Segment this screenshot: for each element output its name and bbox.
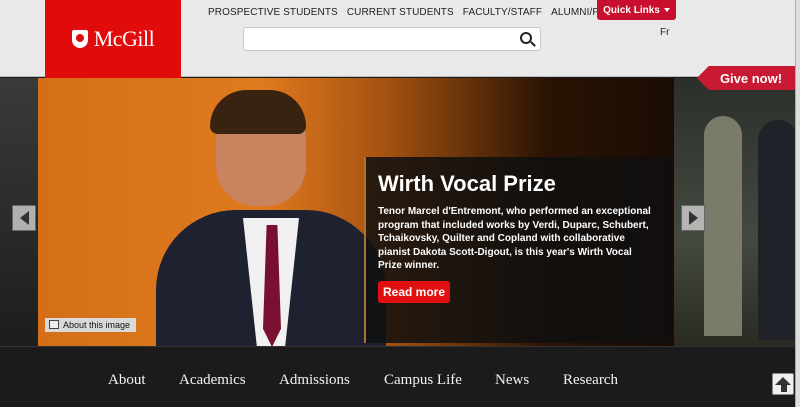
- search-box: [243, 27, 541, 51]
- next-slide-button[interactable]: [681, 205, 705, 231]
- search-input[interactable]: [244, 28, 504, 50]
- previous-slide-button[interactable]: [12, 205, 36, 231]
- next-slide-people: [704, 116, 798, 346]
- search-icon[interactable]: [520, 32, 532, 44]
- crest-icon: [71, 30, 88, 48]
- arrow-up-stem: [781, 385, 787, 392]
- hero-caption: Wirth Vocal Prize Tenor Marcel d'Entremo…: [364, 157, 672, 343]
- nav-academics[interactable]: Academics: [179, 372, 246, 389]
- image-icon: [49, 320, 59, 329]
- hero-description: Tenor Marcel d'Entremont, who performed …: [378, 206, 651, 272]
- arrow-right-icon: [688, 211, 698, 225]
- back-to-top-button[interactable]: [772, 373, 794, 395]
- site-header: McGill PROSPECTIVE STUDENTS CURRENT STUD…: [0, 0, 800, 78]
- hero-title: Wirth Vocal Prize: [378, 171, 556, 196]
- about-this-image-label: About this image: [63, 320, 131, 330]
- hero-carousel: Wirth Vocal Prize Tenor Marcel d'Entremo…: [0, 78, 800, 346]
- scrollbar[interactable]: [795, 0, 800, 407]
- read-more-button[interactable]: Read more: [378, 280, 451, 303]
- nav-campus-life[interactable]: Campus Life: [384, 372, 462, 389]
- chevron-down-icon: [663, 8, 670, 12]
- nav-admissions[interactable]: Admissions: [279, 372, 350, 389]
- nav-news[interactable]: News: [495, 372, 529, 389]
- nav-current-students[interactable]: CURRENT STUDENTS: [347, 7, 454, 18]
- next-slide-person-1: [704, 116, 742, 336]
- audience-nav: PROSPECTIVE STUDENTS CURRENT STUDENTS FA…: [208, 7, 649, 18]
- nav-prospective-students[interactable]: PROSPECTIVE STUDENTS: [208, 7, 338, 18]
- logo-text: McGill: [93, 26, 155, 51]
- singer-hair: [210, 90, 306, 134]
- next-slide-person-2: [758, 120, 798, 340]
- arrow-left-icon: [19, 211, 29, 225]
- language-toggle[interactable]: Fr: [660, 27, 669, 38]
- quick-links-button[interactable]: Quick Links: [597, 0, 676, 20]
- singer-photo: [146, 90, 386, 346]
- nav-about[interactable]: About: [108, 372, 146, 389]
- nav-research[interactable]: Research: [563, 372, 618, 389]
- arrow-up-icon: [775, 377, 791, 385]
- about-this-image-link[interactable]: About this image: [45, 318, 137, 332]
- quick-links-label: Quick Links: [603, 4, 660, 16]
- give-now-button[interactable]: Give now!: [697, 66, 795, 90]
- main-nav: About Academics Admissions Campus Life N…: [0, 346, 800, 407]
- nav-faculty-staff[interactable]: FACULTY/STAFF: [463, 7, 542, 18]
- mcgill-logo[interactable]: McGill: [45, 0, 181, 78]
